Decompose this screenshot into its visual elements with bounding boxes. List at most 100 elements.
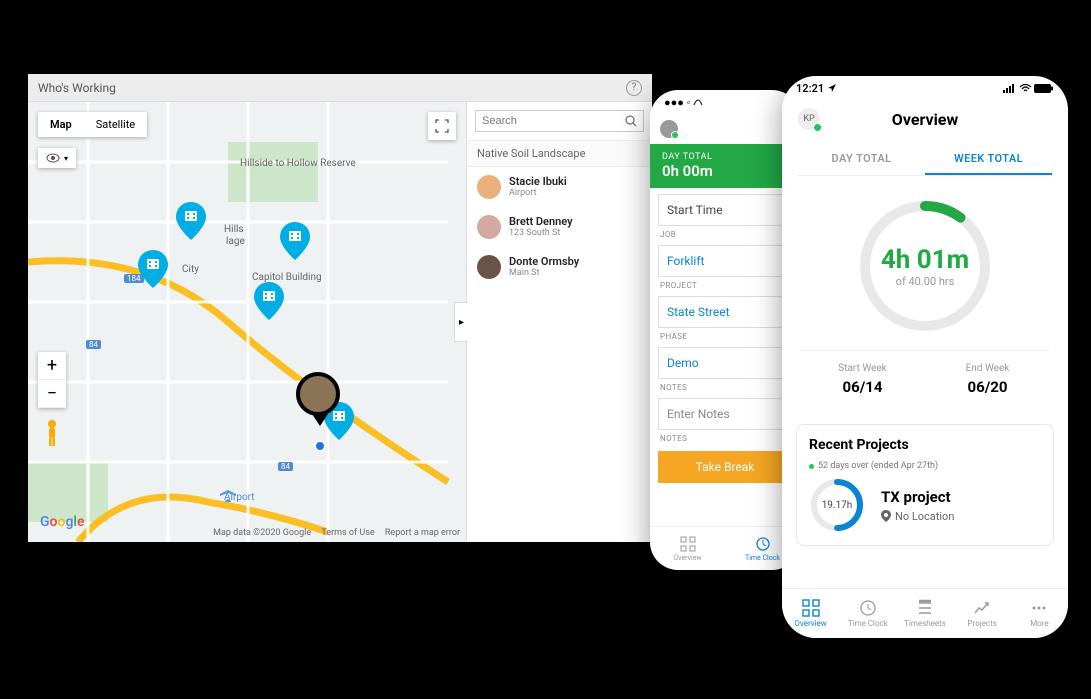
chevron-down-icon: ▾ <box>64 154 68 163</box>
eye-icon <box>46 153 60 163</box>
worker-location: Airport <box>509 188 567 198</box>
page-header: KP Overview <box>782 100 1068 138</box>
google-logo: Google <box>40 514 84 530</box>
end-week-date: 06/20 <box>925 378 1050 396</box>
worker-location: 123 South St <box>509 228 573 238</box>
map-label-lage: lage <box>226 236 245 247</box>
avatar <box>477 215 501 239</box>
selected-worker-marker[interactable] <box>296 372 344 432</box>
zoom-in-button[interactable]: + <box>38 352 66 380</box>
take-break-button[interactable]: Take Break <box>658 451 792 483</box>
user-avatar[interactable]: KP <box>798 108 820 130</box>
week-range: Start Week06/14 End Week06/20 <box>800 350 1050 408</box>
project-overdue-badge: 52 days over (ended Apr 27th) <box>809 461 1041 471</box>
hwy-84-shield-b: 84 <box>278 462 293 471</box>
start-time-field[interactable]: Start Time <box>658 194 792 226</box>
page-title: Overview <box>820 110 1030 129</box>
bottom-nav: Overview Time Clock Timesheets Projects … <box>782 588 1068 638</box>
job-select[interactable]: Forklift <box>658 245 792 277</box>
map[interactable]: Hillside to Hollow Reserve Capitol Build… <box>28 102 466 542</box>
worker-name: Brett Denney <box>509 215 573 228</box>
clock-icon <box>755 536 771 552</box>
worker-row[interactable]: Brett Denney123 South St <box>467 207 652 247</box>
section-label-phase: PHASE <box>650 328 800 341</box>
project-hours-ring: 19.17h <box>809 477 865 533</box>
nav-overview[interactable]: Overview <box>650 527 725 570</box>
location-arrow-icon <box>827 83 837 93</box>
panel-title: Who's Working <box>38 81 116 95</box>
grid-icon <box>802 599 820 617</box>
hours-ring: 4h 01m of 40.00 hrs <box>782 176 1068 350</box>
bottom-nav: Overview Time Clock <box>650 526 800 570</box>
airport-icon[interactable] <box>218 480 238 504</box>
more-icon <box>1030 599 1048 617</box>
project-select[interactable]: State Street <box>658 296 792 328</box>
hours-of: of 40.00 hrs <box>896 275 955 288</box>
signal-icon: ●●● ◦ <box>664 96 703 109</box>
status-bar: 12:21 <box>782 76 1068 100</box>
map-tab-map[interactable]: Map <box>38 112 84 137</box>
worker-row[interactable]: Stacie IbukiAirport <box>467 167 652 207</box>
project-location: No Location <box>881 510 954 523</box>
worker-list-panel: ▸ Native Soil Landscape Stacie IbukiAirp… <box>466 102 652 542</box>
total-tabs: DAY TOTAL WEEK TOTAL <box>798 144 1052 176</box>
nav-timeclock[interactable]: Time Clock <box>839 589 896 638</box>
search-input[interactable] <box>482 115 625 127</box>
nav-timesheets[interactable]: Timesheets <box>896 589 953 638</box>
end-week-label: End Week <box>925 363 1050 374</box>
nav-more[interactable]: More <box>1011 589 1068 638</box>
map-type-tabs: Map Satellite <box>38 112 147 137</box>
fullscreen-icon[interactable] <box>428 112 456 140</box>
phase-select[interactable]: Demo <box>658 347 792 379</box>
avatar[interactable] <box>660 120 678 138</box>
project-hours: 19.17h <box>809 477 865 533</box>
search-box <box>475 110 644 132</box>
collapse-panel-button[interactable]: ▸ <box>454 302 468 342</box>
map-pin[interactable] <box>254 282 284 320</box>
avatar <box>477 175 501 199</box>
notes-field[interactable]: Enter Notes <box>658 398 792 430</box>
status-icons <box>1003 84 1054 93</box>
status-time: 12:21 <box>796 82 837 95</box>
worker-name: Donte Ormsby <box>509 255 579 268</box>
zoom-out-button[interactable]: − <box>38 380 66 408</box>
start-week-label: Start Week <box>800 363 925 374</box>
status-dot-icon <box>809 464 814 469</box>
map-label-city: City <box>182 264 199 275</box>
battery-icon <box>1034 84 1054 93</box>
map-pin[interactable] <box>138 250 168 288</box>
nav-overview[interactable]: Overview <box>782 589 839 638</box>
help-icon[interactable]: ? <box>626 80 642 96</box>
map-pin[interactable] <box>176 202 206 240</box>
recent-projects-header: Recent Projects <box>809 437 1041 453</box>
avatar <box>477 255 501 279</box>
day-total-value: 0h 00m <box>662 162 788 180</box>
nav-projects[interactable]: Projects <box>954 589 1011 638</box>
whos-working-panel: Who's Working ? Hillside to Hollow Reser… <box>28 74 652 542</box>
section-label-notes: NOTES <box>650 379 800 392</box>
tab-week-total[interactable]: WEEK TOTAL <box>925 144 1052 175</box>
map-pin[interactable] <box>280 222 310 260</box>
hwy-84-shield-a: 84 <box>86 340 101 349</box>
current-location-dot <box>314 440 326 452</box>
worker-name: Stacie Ibuki <box>509 175 567 188</box>
signal-icon <box>1003 84 1017 93</box>
tab-day-total[interactable]: DAY TOTAL <box>798 144 925 175</box>
day-total-label: DAY TOTAL <box>662 152 788 162</box>
map-attribution: Map data ©2020 Google Terms of Use Repor… <box>205 528 460 538</box>
zoom-controls: + − <box>38 352 66 408</box>
avatar-header <box>650 114 800 144</box>
worker-location: Main St <box>509 268 579 278</box>
map-tab-satellite[interactable]: Satellite <box>84 112 147 137</box>
phone-timeclock-mock: ●●● ◦ DAY TOTAL 0h 00m Start Time JOB Fo… <box>650 90 800 570</box>
pegman-icon[interactable] <box>40 418 64 448</box>
search-icon <box>625 115 637 127</box>
project-name: TX project <box>881 488 954 506</box>
clock-icon <box>859 599 877 617</box>
section-label-job: JOB <box>650 226 800 239</box>
grid-icon <box>680 536 696 552</box>
section-label-project: PROJECT <box>650 277 800 290</box>
visibility-toggle[interactable]: ▾ <box>38 148 76 168</box>
status-bar: ●●● ◦ <box>650 90 800 114</box>
worker-row[interactable]: Donte OrmsbyMain St <box>467 247 652 287</box>
